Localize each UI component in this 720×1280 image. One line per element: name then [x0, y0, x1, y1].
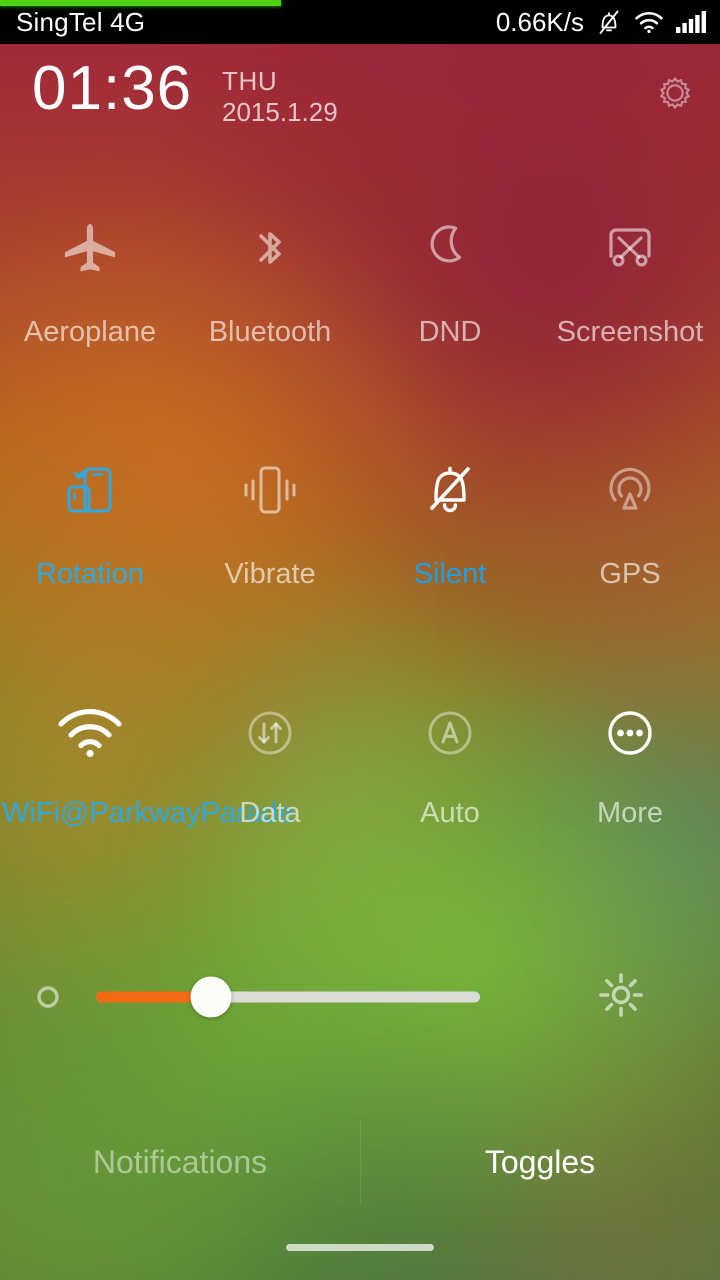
- brightness-slider[interactable]: [96, 976, 480, 1018]
- toggle-label: Silent: [413, 558, 487, 590]
- bottom-tabs: Notifications Toggles: [0, 1105, 720, 1220]
- carrier-label: SingTel 4G: [16, 6, 146, 37]
- toggle-bluetooth[interactable]: Bluetooth: [180, 196, 360, 438]
- scissors-icon: [594, 210, 666, 286]
- toggle-label: Aeroplane: [23, 316, 157, 348]
- toggle-row-2: Rotation Vibrate Silent GPS: [0, 438, 720, 681]
- toggle-row-1: Aeroplane Bluetooth DND Screenshot: [0, 196, 720, 438]
- gps-icon: [593, 452, 667, 528]
- header: 01:36 THU 2015.1.29: [0, 44, 720, 164]
- toggle-gps[interactable]: GPS: [540, 438, 720, 681]
- status-bar-icons: 0.66K/s: [496, 7, 706, 38]
- brightness-low-icon: [0, 980, 96, 1014]
- data-transfer-icon: [234, 695, 306, 771]
- toggle-wifi[interactable]: WiFi@ParkwayParade: [0, 681, 295, 881]
- vibrate-icon: [233, 452, 307, 528]
- tab-notifications[interactable]: Notifications: [0, 1105, 360, 1220]
- network-speed-label: 0.66K/s: [495, 6, 584, 37]
- toggle-label: Vibrate: [224, 558, 316, 590]
- aeroplane-icon: [54, 210, 126, 286]
- toggle-label: More: [596, 797, 664, 829]
- bell-muted-icon: [596, 8, 622, 36]
- moon-icon: [414, 210, 486, 286]
- signal-bars-icon: [676, 10, 706, 34]
- more-dots-icon: [594, 695, 666, 771]
- toggle-screenshot[interactable]: Screenshot: [540, 196, 720, 438]
- date-label: 2015.1.29: [222, 96, 338, 127]
- tab-divider: [360, 1121, 361, 1205]
- wifi-icon: [634, 10, 664, 34]
- tab-toggles[interactable]: Toggles: [360, 1105, 720, 1220]
- top-progress-bar: [0, 0, 281, 6]
- toggle-label: DND: [418, 316, 482, 348]
- toggle-label: Auto: [420, 797, 480, 829]
- control-center-screen: SingTel 4G 0.66K/s 01:36 THU 2015.1.29 A…: [0, 0, 720, 1280]
- toggle-aeroplane[interactable]: Aeroplane: [0, 196, 180, 438]
- clock-time: 01:36: [32, 54, 193, 123]
- status-bar: SingTel 4G 0.66K/s: [0, 0, 720, 44]
- toggle-row-3: WiFi@ParkwayParade Data Auto More: [0, 681, 720, 881]
- toggle-silent[interactable]: Silent: [360, 438, 540, 681]
- toggle-label: Data: [239, 797, 301, 829]
- wifi-icon: [52, 695, 128, 771]
- toggle-dnd[interactable]: DND: [360, 196, 540, 438]
- toggle-data[interactable]: Data: [180, 681, 360, 881]
- toggle-label: GPS: [599, 558, 661, 590]
- slider-thumb[interactable]: [190, 976, 232, 1018]
- brightness-control: [0, 962, 720, 1032]
- home-indicator[interactable]: [286, 1244, 434, 1251]
- toggle-more[interactable]: More: [540, 681, 720, 881]
- toggle-label: Screenshot: [556, 316, 704, 348]
- clock-date-block: THU 2015.1.29: [222, 66, 338, 127]
- auto-brightness-icon: [414, 695, 486, 771]
- weekday-label: THU: [222, 66, 278, 96]
- gear-icon[interactable]: [652, 70, 698, 116]
- toggle-auto-brightness[interactable]: Auto: [360, 681, 540, 881]
- toggles-grid: Aeroplane Bluetooth DND Screenshot Rotat…: [0, 196, 720, 881]
- rotation-icon: [53, 452, 127, 528]
- toggle-vibrate[interactable]: Vibrate: [180, 438, 360, 681]
- toggle-label: Rotation: [35, 558, 144, 590]
- toggle-label: Bluetooth: [208, 316, 332, 348]
- bluetooth-icon: [234, 210, 306, 286]
- brightness-high-icon: [596, 970, 646, 1025]
- toggle-rotation[interactable]: Rotation: [0, 438, 180, 681]
- toggle-label: WiFi@ParkwayParade: [2, 797, 295, 829]
- bell-slash-icon: [413, 452, 487, 528]
